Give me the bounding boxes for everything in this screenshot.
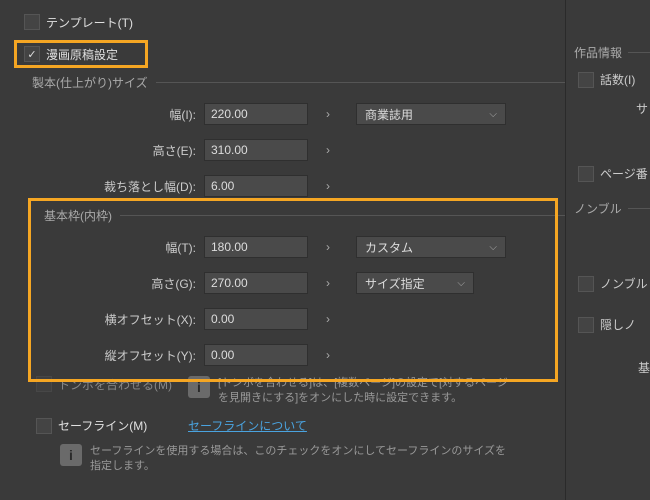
right-panel: 作品情報 話数(I) サ ページ番 ノンブル ノンブル 隠しノ 基 [565, 0, 650, 500]
height-g-input[interactable]: 270.00 [204, 272, 308, 294]
height-g-row: 高さ(G): 270.00 › サイズ指定 ⌵ [20, 268, 565, 298]
chevron-down-icon: ⌵ [489, 109, 497, 120]
height-g-stepper[interactable]: › [314, 272, 342, 294]
binding-section-title: 製本(仕上がり)サイズ [32, 74, 148, 91]
offset-y-label: 縦オフセット(Y): [20, 347, 204, 364]
manga-settings-checkbox[interactable] [24, 46, 40, 62]
custom-preset-dropdown[interactable]: カスタム ⌵ [356, 236, 506, 258]
episodes-label: 話数(I) [600, 71, 635, 88]
safeline-info-row: i セーフラインを使用する場合は、このチェックをオンにしてセーフラインのサイズを… [60, 444, 565, 474]
nombre-label: ノンブル [600, 275, 648, 292]
offset-x-input[interactable]: 0.00 [204, 308, 308, 330]
nombre-row: ノンブル [578, 275, 650, 292]
safeline-label: セーフライン(M) [58, 417, 188, 434]
safeline-link[interactable]: セーフラインについて [188, 417, 307, 434]
manga-settings-row: 漫画原稿設定 [24, 40, 565, 68]
commercial-preset-dropdown[interactable]: 商業誌用 ⌵ [356, 103, 506, 125]
offset-y-input[interactable]: 0.00 [204, 344, 308, 366]
divider-line [156, 82, 565, 83]
episodes-checkbox[interactable] [578, 72, 594, 88]
bleed-stepper[interactable]: › [314, 175, 342, 197]
custom-preset-value: カスタム [365, 239, 413, 256]
safeline-row: セーフライン(M) セーフラインについて [36, 412, 565, 440]
bleed-input[interactable]: 6.00 [204, 175, 308, 197]
height-e-input[interactable]: 310.00 [204, 139, 308, 161]
offset-x-row: 横オフセット(X): 0.00 › [20, 304, 565, 334]
width-i-stepper[interactable]: › [314, 103, 342, 125]
pagenum-label: ページ番 [600, 165, 648, 182]
offset-y-stepper[interactable]: › [314, 344, 342, 366]
tombo-row: トンボを合わせる(M) i [トンボを合わせる]は、[複数ページ]の設定で[対す… [36, 376, 565, 406]
width-i-row: 幅(I): 220.00 › 商業誌用 ⌵ [20, 99, 565, 129]
safeline-info-text: セーフラインを使用する場合は、このチェックをオンにしてセーフラインのサイズを指定… [90, 444, 510, 474]
divider-line [120, 215, 565, 216]
divider-line [628, 208, 650, 209]
width-t-label: 幅(T): [20, 239, 204, 256]
width-i-input[interactable]: 220.00 [204, 103, 308, 125]
tombo-label: トンボを合わせる(M) [58, 376, 188, 393]
offset-y-row: 縦オフセット(Y): 0.00 › [20, 340, 565, 370]
nombre-header: ノンブル [574, 200, 650, 217]
info-icon: i [60, 444, 82, 466]
sa-label: サ [596, 100, 650, 117]
chevron-down-icon: ⌵ [489, 242, 497, 253]
pagenum-checkbox[interactable] [578, 166, 594, 182]
template-checkbox[interactable] [24, 14, 40, 30]
offset-x-label: 横オフセット(X): [20, 311, 204, 328]
template-row: テンプレート(T) [24, 8, 565, 36]
base-label: 基 [596, 359, 650, 376]
width-t-input[interactable]: 180.00 [204, 236, 308, 258]
inner-section-title: 基本枠(内枠) [44, 207, 112, 224]
hidden-row: 隠しノ [578, 316, 650, 333]
nombre-checkbox[interactable] [578, 276, 594, 292]
bleed-row: 裁ち落とし幅(D): 6.00 › [20, 171, 565, 201]
work-info-header: 作品情報 [574, 44, 650, 61]
episodes-row: 話数(I) [578, 71, 650, 88]
info-icon: i [188, 376, 210, 398]
nombre-title: ノンブル [574, 200, 622, 217]
pagenum-row: ページ番 [578, 165, 650, 182]
divider-line [628, 52, 650, 53]
width-t-row: 幅(T): 180.00 › カスタム ⌵ [20, 232, 565, 262]
hidden-label: 隠しノ [600, 316, 636, 333]
height-g-label: 高さ(G): [20, 275, 204, 292]
inner-section-header: 基本枠(内枠) [44, 207, 565, 224]
template-label: テンプレート(T) [46, 14, 133, 31]
hidden-checkbox[interactable] [578, 317, 594, 333]
left-panel: テンプレート(T) 漫画原稿設定 製本(仕上がり)サイズ 幅(I): 220.0… [0, 0, 565, 500]
chevron-down-icon: ⌵ [457, 278, 465, 289]
width-i-label: 幅(I): [20, 106, 204, 123]
binding-section-header: 製本(仕上がり)サイズ [32, 74, 565, 91]
manga-settings-label: 漫画原稿設定 [46, 46, 118, 63]
width-t-stepper[interactable]: › [314, 236, 342, 258]
bleed-label: 裁ち落とし幅(D): [20, 178, 204, 195]
offset-x-stepper[interactable]: › [314, 308, 342, 330]
height-e-label: 高さ(E): [20, 142, 204, 159]
tombo-checkbox [36, 376, 52, 392]
size-mode-dropdown[interactable]: サイズ指定 ⌵ [356, 272, 474, 294]
safeline-checkbox[interactable] [36, 418, 52, 434]
work-info-title: 作品情報 [574, 44, 622, 61]
height-e-row: 高さ(E): 310.00 › [20, 135, 565, 165]
height-e-stepper[interactable]: › [314, 139, 342, 161]
commercial-preset-value: 商業誌用 [365, 106, 413, 123]
size-mode-value: サイズ指定 [365, 275, 425, 292]
tombo-info-text: [トンボを合わせる]は、[複数ページ]の設定で[対するページを見開きにする]をオ… [218, 376, 518, 406]
